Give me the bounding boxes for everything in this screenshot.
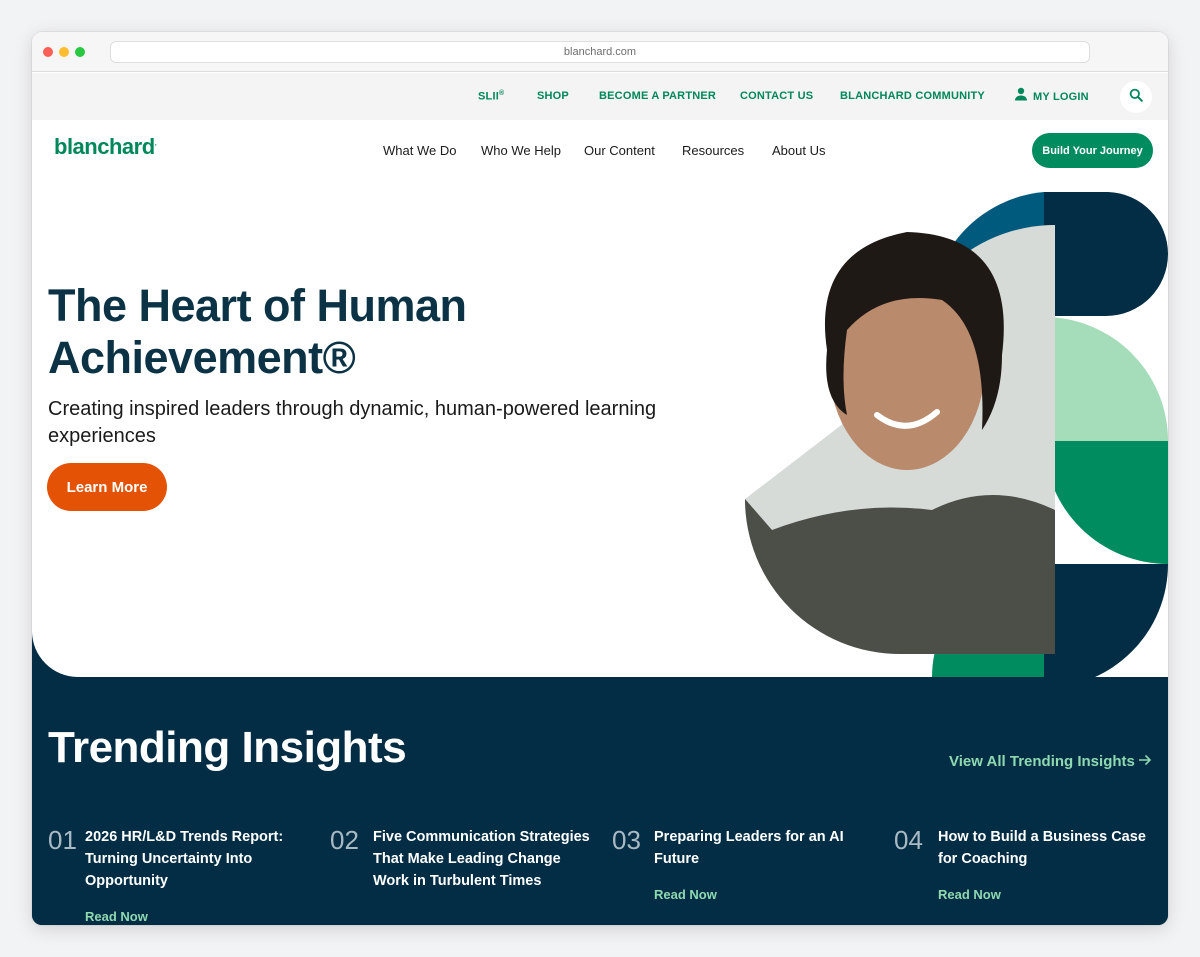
nav-resources[interactable]: Resources bbox=[682, 143, 744, 158]
util-link-blanchard-community[interactable]: BLANCHARD COMMUNITY bbox=[840, 90, 985, 102]
hero-subtitle: Creating inspired leaders through dynami… bbox=[48, 398, 657, 447]
insight-title[interactable]: Preparing Leaders for an AI Future bbox=[654, 826, 869, 870]
my-login-link[interactable]: MY LOGIN bbox=[1014, 87, 1089, 106]
nav-what-we-do[interactable]: What We Do bbox=[383, 143, 456, 158]
nav-about-us[interactable]: About Us bbox=[772, 143, 825, 158]
search-icon bbox=[1129, 88, 1143, 107]
util-link-slii[interactable]: SLII® bbox=[478, 90, 504, 103]
user-icon bbox=[1014, 87, 1028, 106]
maximize-window-button[interactable] bbox=[75, 47, 85, 57]
shape-green-mid bbox=[1044, 441, 1168, 564]
hero-graphic bbox=[745, 192, 1168, 677]
browser-window: blanchard.com SLII® SHOP BECOME A PARTNE… bbox=[32, 32, 1168, 925]
registered-mark: ® bbox=[498, 90, 505, 97]
hero-section: The Heart of Human Achievement® Creating… bbox=[32, 180, 1168, 677]
insight-title[interactable]: 2026 HR/L&D Trends Report: Turning Uncer… bbox=[85, 826, 305, 892]
shape-navy-top bbox=[1044, 192, 1168, 316]
close-window-button[interactable] bbox=[43, 47, 53, 57]
blanchard-logo[interactable]: blanchard. bbox=[54, 134, 157, 160]
hero-title-line1: The Heart of Human bbox=[48, 280, 467, 331]
minimize-window-button[interactable] bbox=[59, 47, 69, 57]
view-all-trending-link[interactable]: View All Trending Insights bbox=[949, 753, 1152, 770]
read-now-link[interactable]: Read Now bbox=[938, 887, 1001, 902]
main-nav: blanchard. What We Do Who We Help Our Co… bbox=[32, 120, 1168, 180]
search-button[interactable] bbox=[1120, 81, 1152, 113]
util-link-slii-label: SLII bbox=[478, 90, 499, 103]
shape-navy-bottom bbox=[1044, 564, 1168, 677]
insight-number: 01 bbox=[48, 825, 77, 855]
insight-number: 03 bbox=[612, 825, 641, 855]
build-your-journey-button[interactable]: Build Your Journey bbox=[1032, 133, 1153, 168]
shape-lightgreen bbox=[1044, 317, 1168, 441]
util-link-contact-us[interactable]: CONTACT US bbox=[740, 90, 813, 102]
view-all-label: View All Trending Insights bbox=[949, 753, 1135, 770]
nav-our-content[interactable]: Our Content bbox=[584, 143, 655, 158]
hero-title-line2: Achievement® bbox=[48, 332, 356, 383]
logo-text: blanchard bbox=[54, 134, 155, 159]
insight-title[interactable]: How to Build a Business Case for Coachin… bbox=[938, 826, 1153, 870]
arrow-right-icon bbox=[1138, 753, 1152, 770]
read-now-link[interactable]: Read Now bbox=[85, 909, 148, 924]
logo-mark: . bbox=[154, 138, 157, 148]
browser-chrome: blanchard.com bbox=[32, 32, 1168, 72]
read-now-link[interactable]: Read Now bbox=[654, 887, 717, 902]
util-link-shop[interactable]: SHOP bbox=[537, 90, 569, 102]
nav-who-we-help[interactable]: Who We Help bbox=[481, 143, 561, 158]
insight-title[interactable]: Five Communication Strategies That Make … bbox=[373, 826, 598, 892]
my-login-label: MY LOGIN bbox=[1033, 90, 1089, 103]
util-link-become-partner[interactable]: BECOME A PARTNER bbox=[599, 90, 716, 102]
address-url: blanchard.com bbox=[563, 46, 637, 58]
trending-title: Trending Insights bbox=[48, 723, 407, 772]
insight-number: 02 bbox=[330, 825, 359, 855]
learn-more-button[interactable]: Learn More bbox=[47, 463, 167, 511]
trending-insights-section: Trending Insights View All Trending Insi… bbox=[32, 677, 1168, 925]
utility-nav: SLII® SHOP BECOME A PARTNER CONTACT US B… bbox=[32, 73, 1168, 120]
address-bar[interactable]: blanchard.com bbox=[110, 41, 1090, 63]
insight-number: 04 bbox=[894, 825, 923, 855]
hero-title: The Heart of Human Achievement® bbox=[48, 280, 748, 384]
